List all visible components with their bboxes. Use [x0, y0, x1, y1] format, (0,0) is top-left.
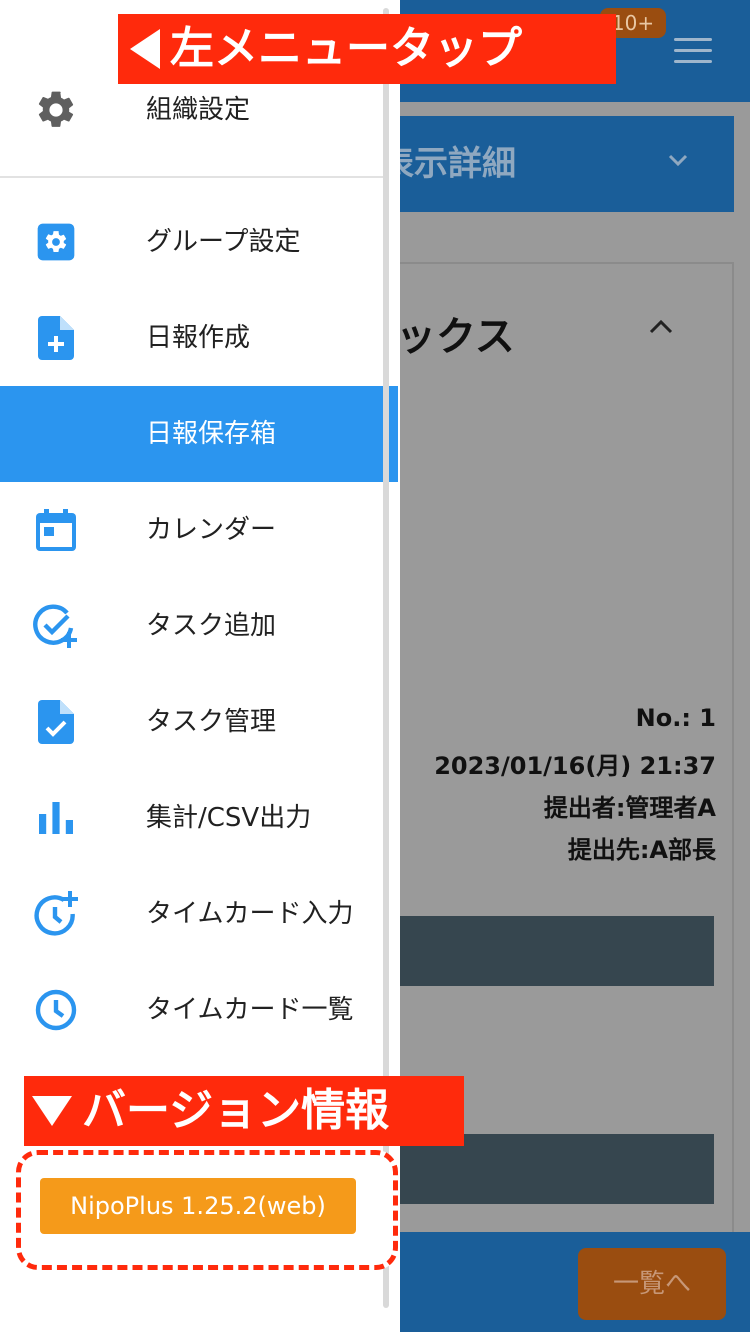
- card-title: ックス: [396, 314, 515, 360]
- annotation-text: バージョン情報: [82, 1085, 390, 1136]
- menu-label: タスク追加: [146, 611, 277, 641]
- chevron-down-icon: [668, 154, 688, 167]
- inbox-icon: [32, 410, 80, 458]
- down-triangle-icon: [32, 1096, 72, 1126]
- annotation-left-menu-tap: 左メニュータップ: [118, 14, 616, 84]
- menu-label: 集計/CSV出力: [146, 803, 312, 833]
- bar-chart-icon: [32, 794, 80, 842]
- annotation-version-info: バージョン情報: [24, 1076, 464, 1146]
- report-number: No.: 1: [635, 704, 716, 732]
- clock-plus-icon: [32, 890, 80, 938]
- hamburger-menu-icon[interactable]: [674, 38, 712, 64]
- chevron-up-icon[interactable]: [648, 316, 674, 336]
- menu-label: カレンダー: [146, 515, 277, 545]
- version-button[interactable]: NipoPlus 1.25.2(web): [40, 1178, 356, 1234]
- menu-item-add-task[interactable]: タスク追加: [0, 578, 398, 674]
- gear-square-icon: [32, 218, 80, 266]
- menu-label: タスク管理: [146, 707, 277, 737]
- menu-item-create-report[interactable]: 日報作成: [0, 290, 398, 386]
- gear-icon: [32, 86, 80, 134]
- report-datetime: 2023/01/16(月) 21:37: [434, 752, 716, 780]
- check-circle-plus-icon: [32, 602, 80, 650]
- left-triangle-icon: [130, 29, 160, 69]
- menu-label: タイムカード入力: [146, 899, 354, 929]
- report-recipient: 提出先:A部長: [567, 836, 716, 864]
- menu-label: グループ設定: [146, 227, 301, 257]
- drawer-divider: [0, 176, 383, 178]
- menu-item-group-settings[interactable]: グループ設定: [0, 194, 398, 290]
- menu-item-calendar[interactable]: カレンダー: [0, 482, 398, 578]
- menu-item-timecard-input[interactable]: タイムカード入力: [0, 866, 398, 962]
- report-submitter: 提出者:管理者A: [543, 794, 716, 822]
- menu-label: 日報保存箱: [146, 419, 277, 449]
- section-header-row: [380, 916, 714, 986]
- view-detail-title: 表示詳細: [380, 144, 516, 184]
- menu-item-stats-csv[interactable]: 集計/CSV出力: [0, 770, 398, 866]
- clock-icon: [32, 986, 80, 1034]
- file-check-icon: [32, 698, 80, 746]
- menu-label: 日報作成: [146, 323, 251, 353]
- menu-item-task-management[interactable]: タスク管理: [0, 674, 398, 770]
- annotation-text: 左メニュータップ: [170, 23, 522, 74]
- calendar-icon: [32, 506, 80, 554]
- back-to-list-button[interactable]: 一覧へ: [578, 1248, 726, 1320]
- view-detail-bar[interactable]: 表示詳細: [380, 116, 734, 212]
- menu-item-report-storage[interactable]: 日報保存箱: [0, 386, 398, 482]
- menu-item-timecard-list[interactable]: タイムカード一覧: [0, 962, 398, 1058]
- file-plus-icon: [32, 314, 80, 362]
- menu-label: タイムカード一覧: [146, 995, 354, 1025]
